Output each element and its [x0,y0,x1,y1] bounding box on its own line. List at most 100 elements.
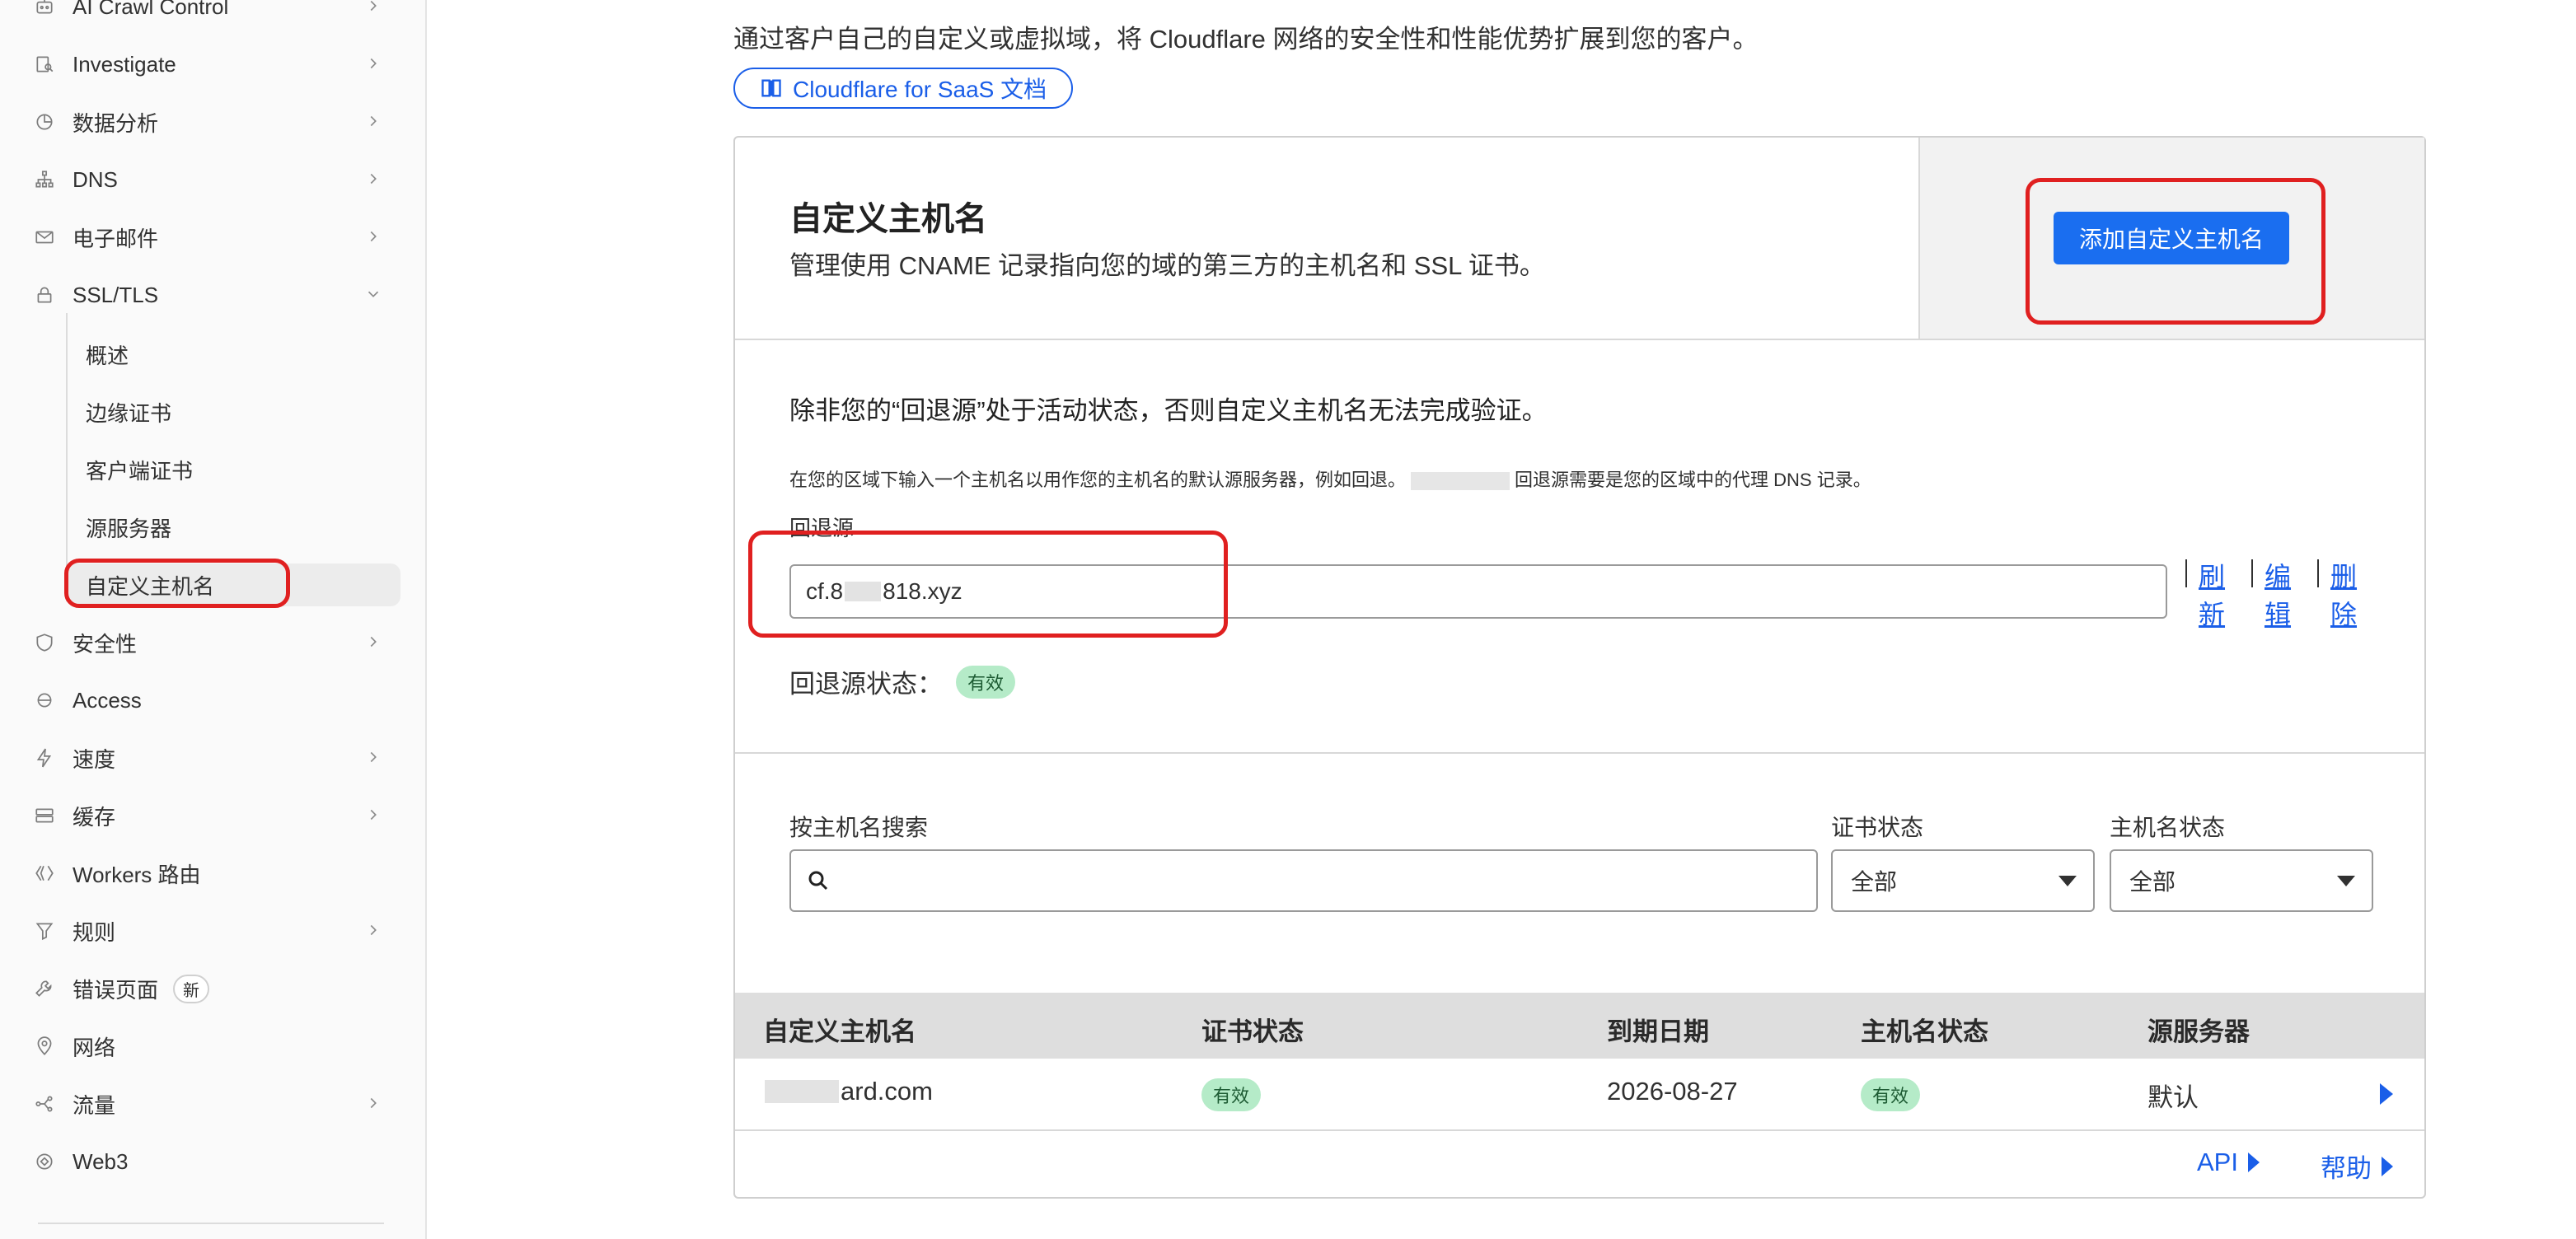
sidebar-subitem[interactable]: 边缘证书 [66,390,396,433]
chevron-right-icon [364,53,387,76]
fallback-origin-value-suffix: 818.xyz [883,578,962,604]
dropdown-caret-icon [2337,876,2355,886]
column-header[interactable]: 主机名状态 [1861,1011,1988,1048]
new-badge: 新 [173,974,210,1003]
column-header[interactable]: 源服务器 [2147,1011,2250,1048]
sidebar-item-dns[interactable]: DNS [33,158,387,201]
pie-chart-icon [33,110,56,133]
storage-icon [33,804,56,827]
envelope-icon [33,226,56,249]
sidebar-item-ai-crawl-control[interactable]: AI Crawl Control [33,0,387,28]
sidebar-item-web3[interactable]: Web3 [33,1140,387,1183]
sidebar-item-[interactable]: 电子邮件 [33,216,387,259]
redacted-text [1411,472,1510,491]
fallback-origin-value-prefix: cf.8 [806,578,844,604]
sidebar-item-[interactable]: 缓存 [33,794,387,837]
column-header[interactable]: 自定义主机名 [763,1011,916,1048]
sidebar-item-[interactable]: 安全性 [33,621,387,664]
delete-link[interactable]: 删除 [2330,558,2358,634]
expand-row-icon[interactable] [2380,1083,2393,1105]
sidebar-subitem[interactable]: 自定义主机名 [66,563,400,606]
sidebar-item-[interactable]: 错误页面新 [33,967,387,1010]
investigate-icon [33,53,56,76]
sidebar-item-label: DNS [73,166,118,192]
cert-status-value: 全部 [1851,869,1898,895]
action-separator [2251,559,2253,587]
sidebar-item-label: 流量 [73,1092,116,1118]
custom-hostnames-card: 自定义主机名 管理使用 CNAME 记录指向您的域的第三方的主机名和 SSL 证… [733,136,2426,1199]
lightning-icon [33,746,56,769]
add-custom-hostname-button[interactable]: 添加自定义主机名 [2054,212,2289,264]
cert-status-select[interactable]: 全部 [1831,849,2095,912]
action-separator [2317,559,2319,587]
sidebar-item-label: Workers 路由 [73,862,201,887]
card-header: 自定义主机名 管理使用 CNAME 记录指向您的域的第三方的主机名和 SSL 证… [735,138,2424,340]
sidebar-item-[interactable]: 数据分析 [33,101,387,143]
sidebar: AI Crawl Control Investigate 数据分析 DNS 电子邮件 SS… [0,0,427,1239]
host-status-cell: 有效 [1861,1078,1921,1111]
fallback-origin-label: 回退源 [789,516,855,540]
status-badge: 有效 [1201,1078,1262,1111]
redacted-text [765,1080,839,1103]
bot-icon [33,0,56,18]
table-header: 自定义主机名 证书状态 到期日期 主机名状态 源服务器 [735,993,2424,1059]
dropdown-caret-icon [2058,876,2077,886]
hostname-cell: ard.com [763,1077,933,1106]
caret-right-icon [2247,1153,2260,1172]
fallback-help-text-2: 回退源需要是您的区域中的代理 DNS 记录。 [1515,470,1871,490]
sidebar-item-[interactable]: 速度 [33,736,387,779]
sidebar-subitem[interactable]: 源服务器 [66,506,396,549]
edit-link[interactable]: 编辑 [2265,558,2293,634]
fallback-warning: 除非您的“回退源”处于活动状态，否则自定义主机名无法完成验证。 [789,396,1548,425]
location-pin-icon [33,1035,56,1058]
sidebar-item-[interactable]: 网络 [33,1025,387,1068]
sidebar-item-label: 缓存 [73,804,116,830]
sidebar-subitem[interactable]: 概述 [66,333,396,376]
card-title: 自定义主机名 [789,201,987,237]
sidebar-item-label: 速度 [73,746,116,772]
fallback-help: 在您的区域下输入一个主机名以用作您的主机名的默认源服务器，例如回退。 回退源需要是… [789,465,1871,492]
sidebar-item-label: 网络 [73,1035,116,1060]
column-header[interactable]: 证书状态 [1201,1011,1304,1048]
fallback-origin-field[interactable]: cf.8 818.xyz [789,564,2167,619]
sidebar-item-workers[interactable]: Workers 路由 [33,852,387,895]
sidebar-item-[interactable]: 规则 [33,909,387,952]
sidebar-item-label: 规则 [73,919,116,945]
sidebar-subitem[interactable]: 客户端证书 [66,448,396,491]
fallback-status: 回退源状态： 有效 [789,663,1016,700]
sidebar-item-label: 安全性 [73,631,138,657]
sidebar-item-label: 电子邮件 [73,226,159,251]
help-link[interactable]: 帮助 [2321,1148,2393,1185]
chevron-right-icon [364,1092,387,1115]
host-status-select[interactable]: 全部 [2110,849,2373,912]
cert-status-label: 证书状态 [1831,815,1924,840]
column-header[interactable]: 到期日期 [1607,1011,1709,1048]
book-icon [761,79,781,97]
status-badge: 有效 [956,665,1016,699]
hostname-search-input[interactable] [789,849,1818,912]
chevron-right-icon [364,631,387,654]
sidebar-item-investigate[interactable]: Investigate [33,43,387,86]
sidebar-item-ssl-tls[interactable]: SSL/TLS [33,274,387,316]
sidebar-item-[interactable]: 流量 [33,1082,387,1125]
status-badge: 有效 [1861,1078,1921,1111]
sidebar-item-label: Access [73,687,142,713]
doc-link-button[interactable]: Cloudflare for SaaS 文档 [733,68,1074,109]
api-link[interactable]: API [2197,1148,2260,1177]
redacted-text [845,582,882,601]
chevron-right-icon [364,168,387,191]
access-icon [33,689,56,712]
fallback-help-text-1: 在您的区域下输入一个主机名以用作您的主机名的默认源服务器，例如回退。 [789,470,1407,490]
doc-link-label: Cloudflare for SaaS 文档 [793,77,1047,102]
refresh-link[interactable]: 刷新 [2199,558,2227,634]
card-description: 管理使用 CNAME 记录指向您的域的第三方的主机名和 SSL 证书。 [789,251,1545,280]
network-tree-icon [33,168,56,191]
api-link-label: API [2197,1148,2238,1176]
page-intro: 通过客户自己的自定义或虚拟域，将 Cloudflare 网络的安全性和性能优势扩… [733,25,1759,54]
fallback-status-label: 回退源状态： [789,670,943,699]
chevron-right-icon [364,0,387,18]
table-row[interactable]: ard.com 有效 2026-08-27 有效 默认 [735,1059,2424,1131]
host-status-label: 主机名状态 [2110,815,2226,840]
sidebar-item-access[interactable]: Access [33,679,387,722]
sidebar-item-label: AI Crawl Control [73,0,229,19]
